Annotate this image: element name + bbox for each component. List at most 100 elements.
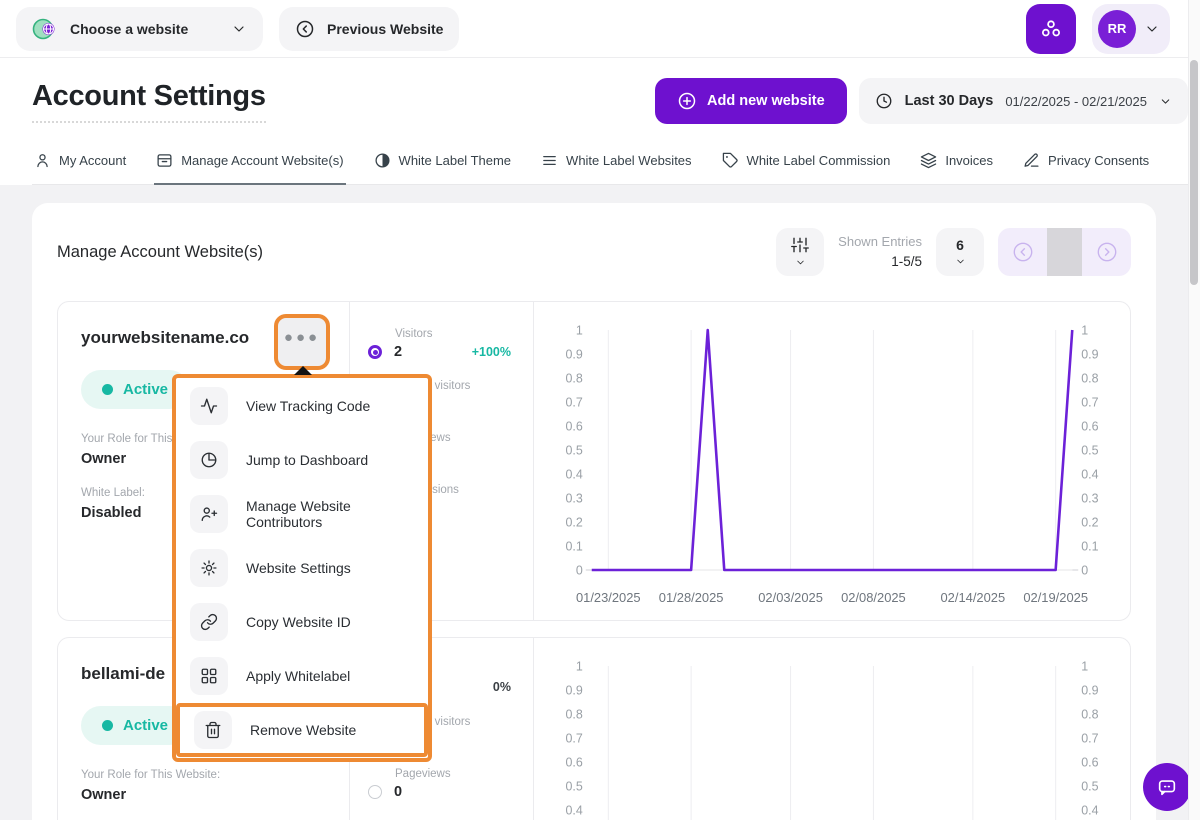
svg-text:01/23/2025: 01/23/2025: [576, 590, 641, 605]
row-actions-button[interactable]: ●●●: [274, 314, 330, 370]
status-dot-icon: [102, 384, 113, 395]
shown-entries: Shown Entries 1-5/5: [838, 232, 922, 272]
date-range-value: 01/22/2025 - 02/21/2025: [1005, 94, 1147, 109]
filter-button[interactable]: [776, 228, 824, 276]
prev-page-button[interactable]: [998, 228, 1047, 276]
menu-item-copy-website-id[interactable]: Copy Website ID: [176, 595, 428, 649]
menu-item-label: Jump to Dashboard: [246, 452, 368, 468]
sliders-icon: [791, 236, 809, 254]
users-group-icon: [1039, 17, 1063, 41]
visitors-chart: 01/23/202501/28/202502/03/202502/08/2025…: [533, 302, 1130, 620]
menu-item-website-settings[interactable]: Website Settings: [176, 541, 428, 595]
account-menu[interactable]: RR: [1092, 4, 1170, 54]
menu-item-manage-website-contributors[interactable]: Manage Website Contributors: [176, 487, 428, 541]
svg-text:0.4: 0.4: [566, 467, 583, 481]
page-header: Account Settings Add new website Last 30…: [0, 58, 1200, 185]
arrow-right-circle-icon: [1096, 241, 1118, 263]
tab-label: White Label Websites: [566, 153, 692, 168]
role-label: Your Role for This Website:: [81, 769, 331, 781]
clock-icon: [875, 92, 893, 110]
metric-label: Visitors: [395, 328, 511, 340]
svg-text:0.7: 0.7: [566, 395, 583, 409]
svg-text:0.2: 0.2: [1081, 515, 1098, 529]
page: Choose a website Previous Website RR Acc…: [0, 0, 1200, 820]
metric-radio[interactable]: [368, 785, 382, 799]
metric-delta: +100%: [472, 345, 511, 359]
svg-text:02/19/2025: 02/19/2025: [1023, 590, 1088, 605]
metric-value: 2: [394, 344, 402, 360]
page-size-select[interactable]: 6: [936, 228, 984, 276]
menu-item-apply-whitelabel[interactable]: Apply Whitelabel: [176, 649, 428, 703]
contributors-button[interactable]: [1026, 4, 1076, 54]
panel-title: Manage Account Website(s): [57, 243, 263, 262]
svg-text:0.3: 0.3: [566, 491, 583, 505]
scrollbar-thumb[interactable]: [1190, 60, 1198, 285]
svg-text:02/08/2025: 02/08/2025: [841, 590, 906, 605]
chevron-down-icon: [1144, 21, 1160, 37]
svg-text:1: 1: [576, 323, 583, 337]
date-range-label: Last 30 Days: [905, 93, 994, 109]
activity-icon: [190, 387, 228, 425]
tab-label: Invoices: [945, 153, 993, 168]
svg-text:0.7: 0.7: [1081, 731, 1098, 745]
choose-website-label: Choose a website: [70, 21, 188, 37]
visitors-chart: 01/23/202501/28/202502/03/202502/08/2025…: [533, 638, 1130, 820]
website-globe-icon: [32, 16, 58, 42]
svg-text:0: 0: [1081, 563, 1088, 577]
chat-bubble-icon: [1156, 776, 1178, 798]
svg-text:1: 1: [1081, 323, 1088, 337]
svg-text:0.4: 0.4: [1081, 467, 1098, 481]
previous-website-label: Previous Website: [327, 21, 443, 37]
tag-icon: [722, 152, 739, 169]
tab-label: White Label Theme: [399, 153, 512, 168]
tab-manage-account-website-s-[interactable]: Manage Account Website(s): [154, 148, 345, 185]
previous-website-button[interactable]: Previous Website: [279, 7, 459, 51]
menu-item-jump-to-dashboard[interactable]: Jump to Dashboard: [176, 433, 428, 487]
svg-text:0.8: 0.8: [566, 707, 583, 721]
metric-pageviews: Pageviews0: [368, 768, 511, 820]
tab-invoices[interactable]: Invoices: [918, 148, 995, 185]
next-page-button[interactable]: [1082, 228, 1131, 276]
svg-text:0.4: 0.4: [1081, 803, 1098, 817]
menu-item-label: Remove Website: [250, 722, 356, 738]
tab-white-label-commission[interactable]: White Label Commission: [720, 148, 893, 185]
topbar: Choose a website Previous Website RR: [0, 0, 1200, 58]
chevron-down-icon: [1159, 95, 1172, 108]
tab-privacy-consents[interactable]: Privacy Consents: [1021, 148, 1151, 185]
svg-text:0.4: 0.4: [566, 803, 583, 817]
pagination: 1: [998, 228, 1131, 276]
chevron-down-icon: [231, 21, 247, 37]
tab-my-account[interactable]: My Account: [32, 148, 128, 185]
svg-text:0.9: 0.9: [566, 347, 583, 361]
svg-text:0.6: 0.6: [566, 755, 583, 769]
svg-text:02/14/2025: 02/14/2025: [941, 590, 1006, 605]
scrollbar-track[interactable]: [1188, 0, 1200, 820]
svg-text:0.3: 0.3: [1081, 491, 1098, 505]
tab-white-label-websites[interactable]: White Label Websites: [539, 148, 694, 185]
metric-visitors: Visitors 2 +100%: [368, 328, 511, 380]
menu-item-view-tracking-code[interactable]: View Tracking Code: [176, 379, 428, 433]
website-actions-menu: View Tracking Code Jump to Dashboard Manag…: [172, 374, 432, 762]
svg-text:0.7: 0.7: [566, 731, 583, 745]
status-dot-icon: [102, 720, 113, 731]
menu-item-remove-website[interactable]: Remove Website: [180, 707, 424, 753]
grid-icon: [190, 657, 228, 695]
svg-text:0.1: 0.1: [566, 539, 583, 553]
chat-widget-button[interactable]: [1143, 763, 1191, 811]
menu-item-label: Website Settings: [246, 560, 351, 576]
svg-text:0.9: 0.9: [1081, 683, 1098, 697]
tab-label: Manage Account Website(s): [181, 153, 343, 168]
svg-text:0.5: 0.5: [1081, 779, 1098, 793]
choose-website-dropdown[interactable]: Choose a website: [16, 7, 263, 51]
svg-text:0.9: 0.9: [1081, 347, 1098, 361]
metric-radio[interactable]: [368, 345, 382, 359]
arrow-left-circle-icon: [295, 19, 315, 39]
date-range-picker[interactable]: Last 30 Days 01/22/2025 - 02/21/2025: [859, 78, 1188, 124]
svg-text:0: 0: [576, 563, 583, 577]
layers-icon: [920, 152, 937, 169]
plus-circle-icon: [677, 91, 697, 111]
tab-white-label-theme[interactable]: White Label Theme: [372, 148, 514, 185]
metric-value: 0: [394, 784, 402, 800]
add-new-website-button[interactable]: Add new website: [655, 78, 847, 124]
current-page: 1: [1047, 228, 1082, 276]
